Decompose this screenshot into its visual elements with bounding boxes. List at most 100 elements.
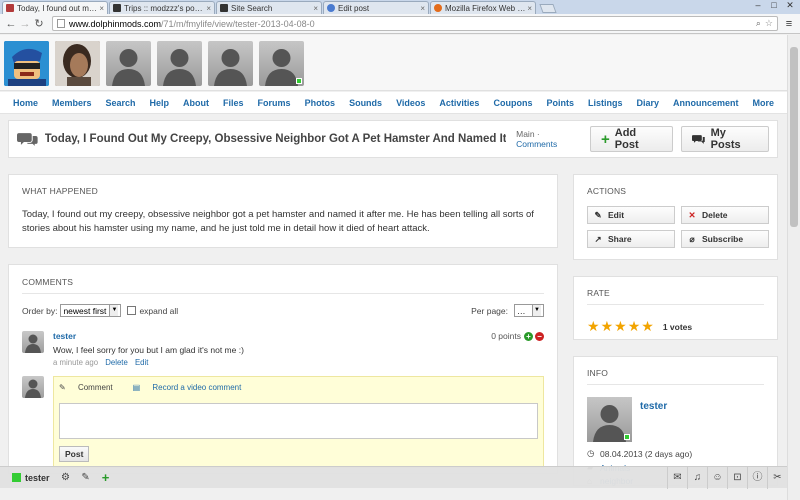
submenu-comments[interactable]: Comments xyxy=(516,139,557,149)
member-avatar[interactable] xyxy=(55,41,100,86)
page-scrollbar[interactable] xyxy=(787,35,800,500)
what-happened-box: WHAT HAPPENED Today, I found out my cree… xyxy=(8,174,558,248)
nav-item-diary[interactable]: Diary xyxy=(636,98,659,108)
edit-icon[interactable]: ✎ xyxy=(76,472,96,483)
browser-tab-4[interactable]: Mozilla Firefox Web Brow × xyxy=(430,1,536,14)
nav-item-more[interactable]: More xyxy=(753,98,775,108)
share-button[interactable]: ↗ Share xyxy=(587,230,675,248)
author-avatar[interactable] xyxy=(587,397,632,442)
nav-item-photos[interactable]: Photos xyxy=(305,98,336,108)
expand-all-checkbox[interactable] xyxy=(127,306,137,315)
add-post-button[interactable]: + Add Post xyxy=(590,126,673,152)
member-avatar[interactable] xyxy=(157,41,202,86)
member-avatar[interactable] xyxy=(259,41,304,86)
close-window-icon[interactable]: ✕ xyxy=(782,0,798,11)
nav-item-coupons[interactable]: Coupons xyxy=(493,98,532,108)
star-icon[interactable]: ★ xyxy=(614,318,627,335)
tab-label: Today, I found out my creepy xyxy=(17,3,97,13)
window-controls: – □ ✕ xyxy=(750,0,798,11)
plus-icon[interactable]: + xyxy=(96,470,116,485)
tab-favicon-icon xyxy=(327,4,335,12)
nav-item-forums[interactable]: Forums xyxy=(258,98,291,108)
author-name[interactable]: tester xyxy=(640,401,667,442)
nav-item-videos[interactable]: Videos xyxy=(396,98,425,108)
main-navigation: Home Members Search Help About Files For… xyxy=(0,92,787,114)
star-icon[interactable]: ★ xyxy=(641,318,654,335)
votes-count: 1 votes xyxy=(662,321,693,332)
maximize-icon[interactable]: □ xyxy=(766,0,782,11)
star-icon[interactable]: ★ xyxy=(601,318,614,335)
member-avatar[interactable] xyxy=(106,41,151,86)
star-icon[interactable]: ★ xyxy=(628,318,641,335)
tab-close-icon[interactable]: × xyxy=(527,4,532,13)
comment-textarea[interactable] xyxy=(59,403,538,439)
nav-item-activities[interactable]: Activities xyxy=(439,98,479,108)
tab-close-icon[interactable]: × xyxy=(206,4,211,13)
nav-item-help[interactable]: Help xyxy=(150,98,170,108)
search-icon[interactable]: ⌕ xyxy=(756,18,761,29)
comment-avatar[interactable] xyxy=(22,331,44,353)
back-icon[interactable]: ← xyxy=(4,18,18,30)
browser-menu-icon[interactable]: ≡ xyxy=(782,18,796,30)
mail-icon[interactable]: ✉ xyxy=(667,466,687,489)
browser-tab-3[interactable]: Edit post × xyxy=(323,1,429,14)
tab-comment[interactable]: ✎ Comment xyxy=(59,383,123,392)
minimize-icon[interactable]: – xyxy=(750,0,766,11)
comments-icon xyxy=(17,133,38,146)
per-page-label: Per page: xyxy=(471,305,508,316)
per-page-select[interactable]: … ▼ xyxy=(514,304,544,317)
browser-tab-2[interactable]: Site Search × xyxy=(216,1,322,14)
nav-item-announcement[interactable]: Announcement xyxy=(673,98,739,108)
site-logo[interactable] xyxy=(4,41,49,86)
rate-title: RATE xyxy=(587,288,610,298)
comment-edit-link[interactable]: Edit xyxy=(135,358,148,367)
nav-item-points[interactable]: Points xyxy=(546,98,574,108)
nav-item-listings[interactable]: Listings xyxy=(588,98,623,108)
toolbar-username[interactable]: tester xyxy=(25,473,50,483)
member-avatar[interactable] xyxy=(208,41,253,86)
site-header xyxy=(0,35,787,91)
cart-icon[interactable]: ⊡ xyxy=(727,466,747,489)
nav-item-search[interactable]: Search xyxy=(105,98,135,108)
nav-item-members[interactable]: Members xyxy=(52,98,92,108)
star-rating[interactable]: ★ ★ ★ ★ ★ 1 votes xyxy=(587,318,764,335)
bookmark-star-icon[interactable]: ☆ xyxy=(765,18,773,29)
tab-close-icon[interactable]: × xyxy=(99,4,104,13)
info-icon[interactable]: ⓘ xyxy=(747,466,767,489)
url-bar[interactable]: www.dolphinmods.com /71/m/fmylife/view/t… xyxy=(52,16,778,31)
browser-tab-1[interactable]: Trips :: modzzz's posts × xyxy=(109,1,215,14)
nav-item-sounds[interactable]: Sounds xyxy=(349,98,382,108)
delete-label: Delete xyxy=(702,210,728,220)
order-by-select[interactable]: newest first ▼ xyxy=(60,304,122,317)
comment-author[interactable]: tester xyxy=(53,331,76,341)
comments-controls: Order by: newest first ▼ expand all Per … xyxy=(22,304,544,317)
nav-item-about[interactable]: About xyxy=(183,98,209,108)
friends-icon[interactable]: ☺ xyxy=(707,466,727,489)
tab-record-video[interactable]: ▤ Record a video comment xyxy=(133,383,252,392)
forward-icon[interactable]: → xyxy=(18,18,32,30)
reply-area: ✎ Comment ▤ Record a video comment Post xyxy=(53,376,544,468)
comment-delete-link[interactable]: Delete xyxy=(105,358,128,367)
submenu-main[interactable]: Main xyxy=(516,129,534,139)
reload-icon[interactable]: ↻ xyxy=(32,17,46,30)
tab-close-icon[interactable]: × xyxy=(313,4,318,13)
nav-item-home[interactable]: Home xyxy=(13,98,38,108)
nav-item-files[interactable]: Files xyxy=(223,98,244,108)
scrollbar-thumb[interactable] xyxy=(790,47,798,227)
edit-button[interactable]: ✎ Edit xyxy=(587,206,675,224)
new-tab-button[interactable] xyxy=(539,4,557,13)
vote-down-icon[interactable]: − xyxy=(535,331,544,341)
delete-button[interactable]: ✕ Delete xyxy=(681,206,769,224)
browser-tab-0[interactable]: Today, I found out my creepy × xyxy=(2,1,108,14)
what-happened-title: WHAT HAPPENED xyxy=(22,186,98,196)
post-comment-button[interactable]: Post xyxy=(59,446,90,462)
tab-close-icon[interactable]: × xyxy=(420,4,425,13)
twitter-icon[interactable]: ♫ xyxy=(687,466,707,489)
vote-up-icon[interactable]: + xyxy=(524,331,533,341)
my-posts-button[interactable]: My Posts xyxy=(680,126,769,152)
tab-favicon-icon xyxy=(220,4,228,12)
star-icon[interactable]: ★ xyxy=(587,318,600,335)
tools-icon[interactable]: ✂ xyxy=(767,466,787,489)
gear-icon[interactable]: ⚙ xyxy=(56,472,76,483)
subscribe-button[interactable]: ⌀ Subscribe xyxy=(681,230,769,248)
